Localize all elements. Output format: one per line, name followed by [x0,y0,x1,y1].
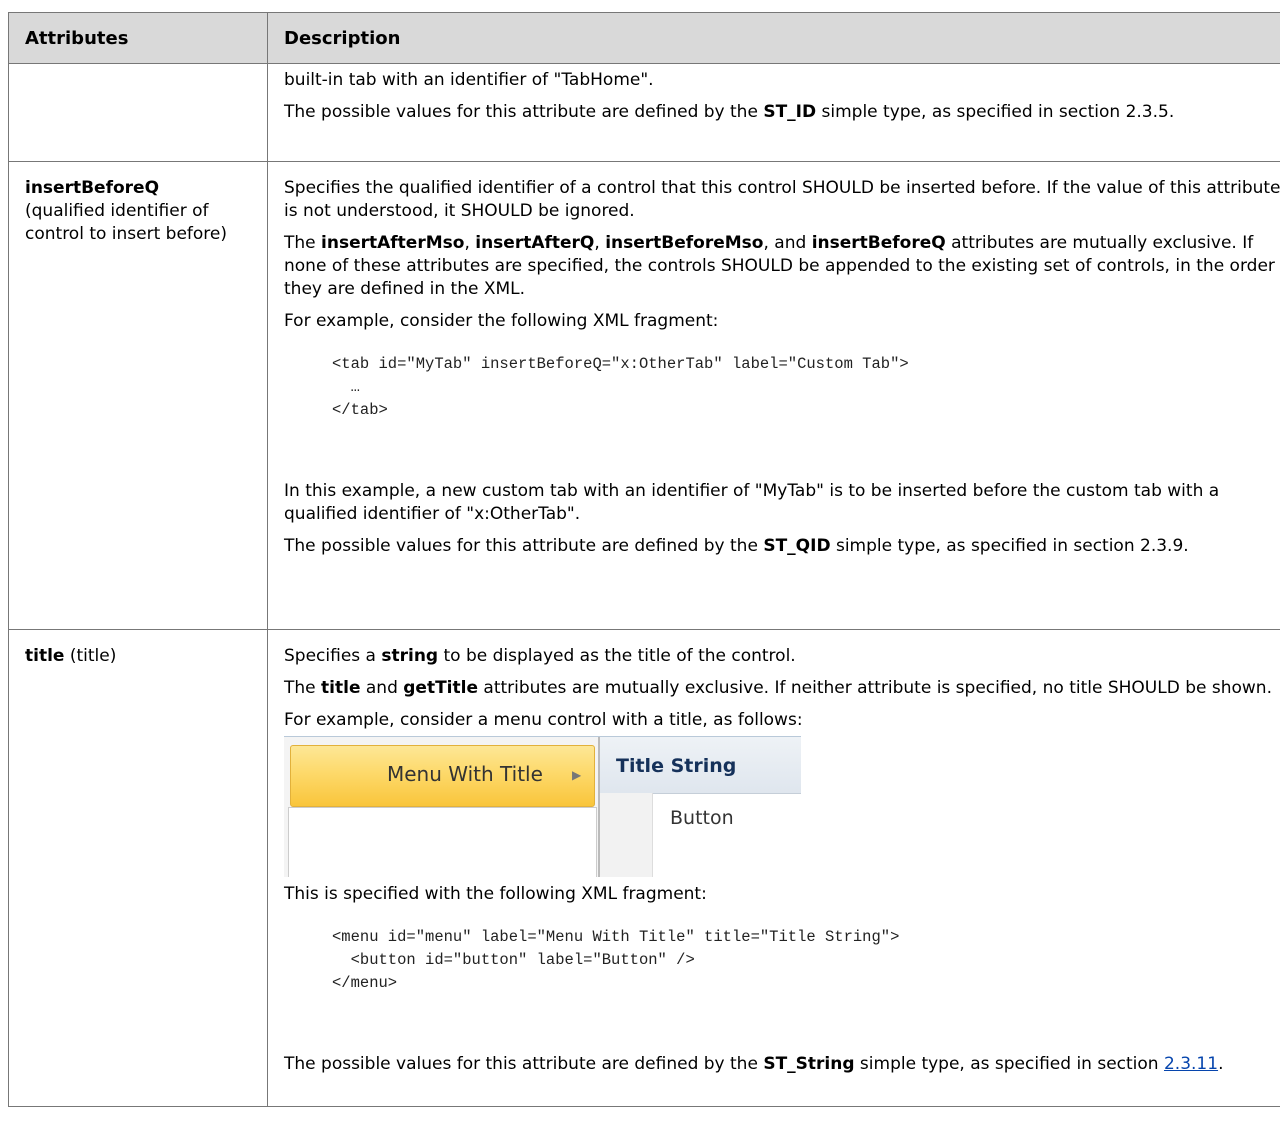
attr-name-title: title (title) [25,646,117,666]
submenu-arrow-icon: ▶ [572,768,582,782]
desc-text: The possible values for this attribute a… [284,536,1189,556]
desc-text: In this example, a new custom tab with a… [284,481,1220,524]
attr-cell: insertBeforeQ (qualified identifier of co… [8,161,268,630]
table-row: built-in tab with an identifier of "TabH… [8,63,1280,162]
desc-text: built-in tab with an identifier of "TabH… [284,70,654,90]
submenu-title-bar: Title String [600,737,801,794]
table-row: insertBeforeQ (qualified identifier of co… [8,161,1280,630]
submenu-panel: Title String Button [598,737,801,877]
submenu-icon-gutter [600,793,653,877]
desc-text: Specifies the qualified identifier of a … [284,178,1280,221]
desc-text: This is specified with the following XML… [284,884,707,904]
submenu-button-label: Button [670,807,734,829]
desc-cell: Specifies a string to be displayed as th… [267,629,1280,1107]
menu-screenshot: Menu With Title ▶ Title String Button [284,736,801,877]
desc-text: The title and getTitle attributes are mu… [284,678,1272,698]
attr-cell: title (title) [8,629,268,1107]
table-header-row: Attributes Description [8,12,1280,64]
desc-text: The possible values for this attribute a… [284,102,1175,122]
attr-name-insertbeforeq: insertBeforeQ (qualified identifier of co… [25,178,228,244]
section-link[interactable]: 2.3.11 [1164,1054,1218,1074]
menu-item-label: Menu With Title [387,762,543,786]
desc-text: For example, consider a menu control wit… [284,710,803,730]
attr-cell-empty [8,63,268,162]
desc-text: The insertAfterMso, insertAfterQ, insert… [284,233,1275,299]
xml-code-block: <menu id="menu" label="Menu With Title" … [332,928,900,992]
desc-text: Specifies a string to be displayed as th… [284,646,796,666]
menu-item-highlighted: Menu With Title ▶ [290,745,595,807]
attributes-table: Attributes Description built-in tab with… [8,12,1280,1107]
submenu-title: Title String [616,755,737,777]
header-description: Description [267,12,1280,64]
desc-cell: Specifies the qualified identifier of a … [267,161,1280,630]
desc-text: The possible values for this attribute a… [284,1054,1224,1074]
xml-code-block: <tab id="MyTab" insertBeforeQ="x:OtherTa… [332,355,909,419]
desc-text: For example, consider the following XML … [284,311,719,331]
table-row: title (title) Specifies a string to be d… [8,629,1280,1107]
header-attributes: Attributes [8,12,268,64]
menu-panel [288,807,597,877]
desc-cell: built-in tab with an identifier of "TabH… [267,63,1280,162]
